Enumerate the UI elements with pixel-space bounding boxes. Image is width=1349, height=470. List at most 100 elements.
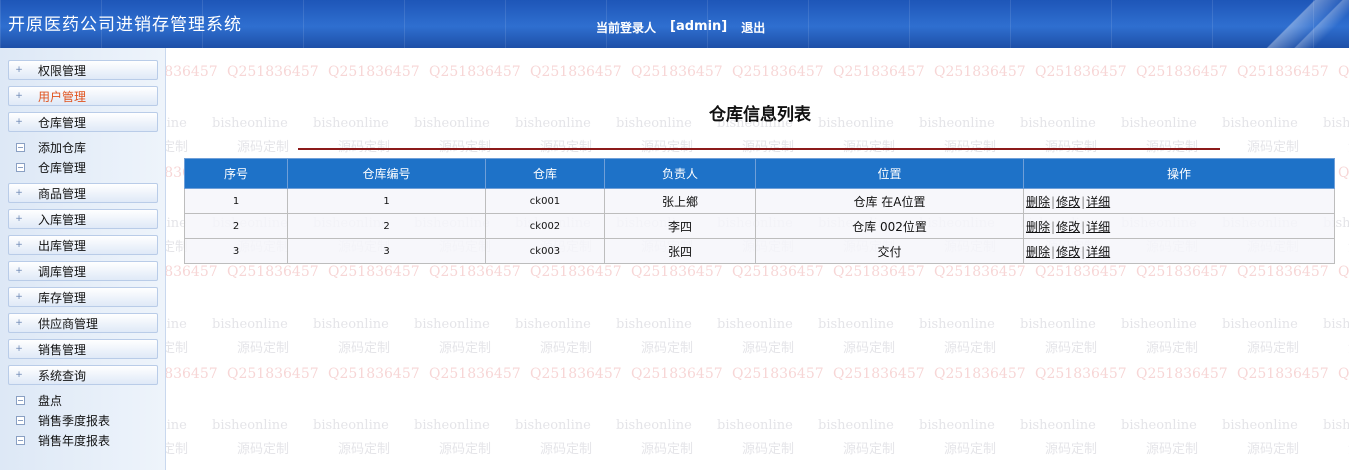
subitem-label: 销售年度报表 bbox=[38, 433, 111, 448]
current-username: [admin] bbox=[670, 19, 728, 34]
column-header: 操作 bbox=[1023, 158, 1335, 189]
expand-icon: + bbox=[15, 65, 23, 75]
watermark-text: Q2518364​57 bbox=[1338, 64, 1349, 80]
watermark-text: Q2518364​57 bbox=[227, 264, 319, 280]
cell-location: 交付 bbox=[755, 238, 1024, 264]
sidebar-item-inventory[interactable]: + 库存管理 bbox=[8, 287, 158, 307]
watermark-text: Q2518364​57 bbox=[732, 264, 824, 280]
watermark-text: Q2518364​57 bbox=[1237, 264, 1329, 280]
sidebar-item-warehouse[interactable]: + 仓库管理 bbox=[8, 112, 158, 132]
delete-link[interactable]: 删除 bbox=[1026, 220, 1050, 234]
watermark-text: Q2518364​57 bbox=[934, 264, 1026, 280]
watermark-text: bisheonline bbox=[1222, 317, 1298, 332]
watermark-text: Q2518364​57 bbox=[530, 264, 622, 280]
top-banner: 开原医药公司进销存管理系统 当前登录人 [admin] 退出 bbox=[0, 0, 1349, 48]
column-header: 仓库编号 bbox=[287, 158, 486, 189]
watermark-text: 源码定制 bbox=[237, 341, 290, 356]
sidebar-item-transfer[interactable]: + 调库管理 bbox=[8, 261, 158, 281]
watermark-text: bisheonline bbox=[1020, 317, 1096, 332]
watermark-text: bisheonline bbox=[1121, 317, 1197, 332]
tree-node-icon bbox=[16, 415, 25, 425]
column-header: 序号 bbox=[184, 158, 288, 189]
cell-actions: 删除|修改|详细 bbox=[1023, 188, 1335, 214]
watermark-text: bisheonline bbox=[919, 317, 995, 332]
watermark-text: 源码定制 bbox=[540, 442, 593, 457]
watermark-text: Q2518364​57 bbox=[530, 64, 622, 80]
delete-link[interactable]: 删除 bbox=[1026, 245, 1050, 259]
watermark-text: bisheonline bbox=[1323, 116, 1349, 131]
watermark-text: 源码定制 bbox=[237, 140, 290, 155]
tree-node-icon bbox=[16, 395, 25, 405]
subitem-quarterly-report[interactable]: 销售季度报表 bbox=[16, 411, 110, 429]
sidebar-item-permissions[interactable]: + 权限管理 bbox=[8, 60, 158, 80]
detail-link[interactable]: 详细 bbox=[1086, 220, 1110, 234]
sidebar-item-suppliers[interactable]: + 供应商管理 bbox=[8, 313, 158, 333]
edit-link[interactable]: 修改 bbox=[1056, 220, 1080, 234]
watermark-text: 源码定制 bbox=[742, 442, 795, 457]
sidebar-item-users[interactable]: + 用户管理 bbox=[8, 86, 158, 106]
watermark-text: 源码定制 bbox=[1146, 136, 1198, 155]
logout-link[interactable]: 退出 bbox=[741, 19, 765, 36]
warehouse-table: 序号 仓库编号 仓库 负责人 位置 操作 1 1 ck001 张上鄉 仓库 在A位置 删除… bbox=[184, 158, 1335, 264]
sidebar-item-products[interactable]: + 商品管理 bbox=[8, 183, 158, 203]
watermark-text: 源码定制 bbox=[439, 341, 492, 356]
watermark-text: Q2518364​57 bbox=[934, 64, 1026, 80]
sidebar-item-label: 仓库管理 bbox=[38, 115, 87, 130]
watermark-text: Q2518364​57 bbox=[1136, 366, 1228, 382]
watermark-text: bisheonline bbox=[166, 116, 187, 131]
cell-index: 3 bbox=[184, 238, 288, 264]
watermark-text: Q2518364​57 bbox=[328, 64, 420, 80]
watermark-text: Q2518364​57 bbox=[328, 366, 420, 382]
sidebar-item-label: 调库管理 bbox=[38, 264, 87, 279]
watermark-text: Q2518364​57 bbox=[429, 366, 521, 382]
watermark-text: Q2518364​57 bbox=[166, 64, 218, 80]
expand-icon: + bbox=[15, 188, 23, 198]
watermark-text: bisheonline bbox=[313, 418, 389, 433]
column-header: 仓库 bbox=[485, 158, 605, 189]
edit-link[interactable]: 修改 bbox=[1056, 245, 1080, 259]
sidebar-item-label: 商品管理 bbox=[38, 186, 87, 201]
watermark-text: bisheonline bbox=[1222, 418, 1298, 433]
cell-warehouse-name: ck002 bbox=[485, 213, 605, 239]
cell-warehouse-code: 1 bbox=[287, 188, 486, 214]
watermark-text: bisheonline bbox=[717, 418, 793, 433]
tree-node-icon bbox=[16, 435, 25, 445]
sidebar-item-label: 供应商管理 bbox=[38, 316, 99, 331]
detail-link[interactable]: 详细 bbox=[1086, 245, 1110, 259]
watermark-text: bisheonline bbox=[414, 317, 490, 332]
subitem-label: 添加仓库 bbox=[38, 140, 87, 155]
expand-icon: + bbox=[15, 370, 23, 380]
watermark-text: bisheonline bbox=[1121, 418, 1197, 433]
watermark-text: bisheonline bbox=[818, 418, 894, 433]
watermark-text: bisheonline bbox=[414, 418, 490, 433]
table-row: 2 2 ck002 李四 仓库 002位置 删除|修改|详细 bbox=[184, 213, 1335, 239]
tree-node-icon bbox=[16, 162, 25, 172]
subitem-manage-warehouse[interactable]: 仓库管理 bbox=[16, 158, 86, 176]
detail-link[interactable]: 详细 bbox=[1086, 195, 1110, 209]
table-header-row: 序号 仓库编号 仓库 负责人 位置 操作 bbox=[184, 158, 1335, 189]
column-header: 位置 bbox=[755, 158, 1024, 189]
sidebar-item-inbound[interactable]: + 入库管理 bbox=[8, 209, 158, 229]
watermark-text: 源码定制 bbox=[843, 136, 895, 155]
sidebar-item-system-query[interactable]: + 系统查询 bbox=[8, 365, 158, 385]
cell-manager: 张四 bbox=[604, 238, 756, 264]
sidebar-item-sales[interactable]: + 销售管理 bbox=[8, 339, 158, 359]
cell-warehouse-name: ck003 bbox=[485, 238, 605, 264]
sidebar-item-outbound[interactable]: + 出库管理 bbox=[8, 235, 158, 255]
watermark-text: Q2518364​57 bbox=[1338, 165, 1349, 181]
subitem-stocktake[interactable]: 盘点 bbox=[16, 391, 62, 409]
watermark-text: 源码定制 bbox=[1247, 341, 1300, 356]
watermark-text: 源码定制 bbox=[166, 140, 189, 155]
watermark-text: 源码定制 bbox=[166, 341, 189, 356]
sidebar-item-label: 用户管理 bbox=[38, 89, 87, 104]
delete-link[interactable]: 删除 bbox=[1026, 195, 1050, 209]
expand-icon: + bbox=[15, 240, 23, 250]
watermark-text: bisheonline bbox=[1323, 317, 1349, 332]
watermark-text: Q2518364​57 bbox=[328, 264, 420, 280]
subitem-annual-report[interactable]: 销售年度报表 bbox=[16, 431, 110, 449]
watermark-text: 源码定制 bbox=[641, 442, 694, 457]
sidebar-item-label: 库存管理 bbox=[38, 290, 87, 305]
subitem-add-warehouse[interactable]: 添加仓库 bbox=[16, 138, 86, 156]
expand-icon: + bbox=[15, 91, 23, 101]
edit-link[interactable]: 修改 bbox=[1056, 195, 1080, 209]
